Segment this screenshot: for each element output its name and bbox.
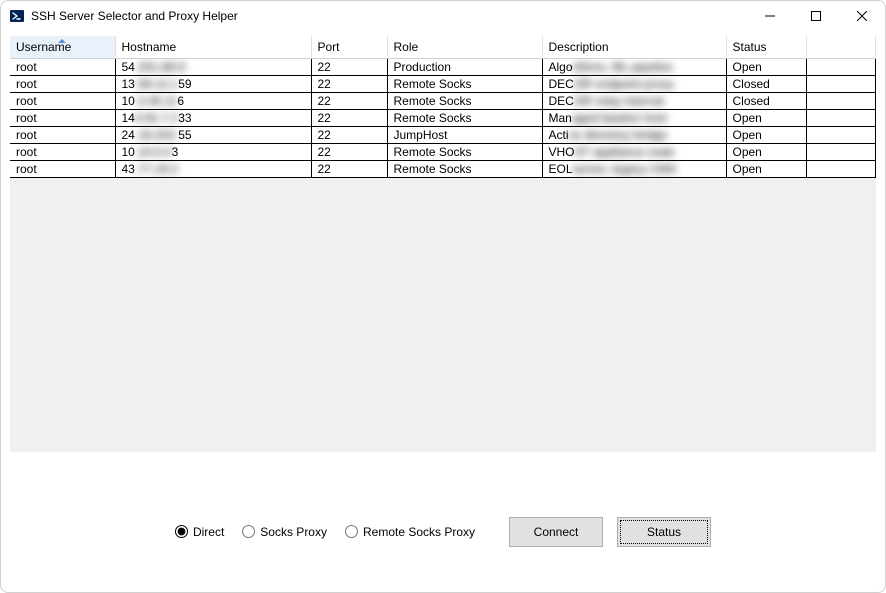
col-header-pad — [806, 36, 876, 58]
radio-direct[interactable]: Direct — [175, 525, 224, 539]
cell-role: Remote Socks — [387, 143, 542, 160]
cell-description: Managed bastion host — [542, 109, 726, 126]
table-row[interactable]: root10.10.0.4322Remote SocksVHOST applia… — [10, 143, 876, 160]
cell-status: Open — [726, 126, 806, 143]
cell-status: Open — [726, 160, 806, 177]
cell-role: Remote Socks — [387, 75, 542, 92]
cell-pad — [806, 126, 876, 143]
cell-pad — [806, 58, 876, 75]
table-row[interactable]: root43.77.19.222Remote SocksEOL server, … — [10, 160, 876, 177]
cell-username: root — [10, 58, 115, 75]
col-header-status[interactable]: Status — [726, 36, 806, 58]
radio-direct-input[interactable] — [175, 525, 188, 538]
cell-description: VHOST appliance node — [542, 143, 726, 160]
cell-hostname: 10.0.45.116 — [115, 92, 311, 109]
cell-role: Remote Socks — [387, 160, 542, 177]
cell-pad — [806, 92, 876, 109]
cell-username: root — [10, 92, 115, 109]
client-area: Username Hostname Port Role Description … — [1, 31, 885, 592]
connect-button[interactable]: Connect — [509, 517, 603, 547]
cell-role: Remote Socks — [387, 109, 542, 126]
proxy-mode-group: Direct Socks Proxy Remote Socks Proxy — [175, 525, 475, 539]
cell-username: root — [10, 109, 115, 126]
cell-status: Open — [726, 143, 806, 160]
cell-hostname: 13.58.12.159 — [115, 75, 311, 92]
table-row[interactable]: root24.18.203.5522JumpHostActive directo… — [10, 126, 876, 143]
cell-hostname: 54.201.88.9 — [115, 58, 311, 75]
cell-hostname: 144.91.7.233 — [115, 109, 311, 126]
cell-status: Open — [726, 58, 806, 75]
cell-port: 22 — [311, 58, 387, 75]
cell-port: 22 — [311, 143, 387, 160]
header-row: Username Hostname Port Role Description … — [10, 36, 876, 58]
radio-socks-input[interactable] — [242, 525, 255, 538]
cell-description: Active directory bridge — [542, 126, 726, 143]
cell-port: 22 — [311, 160, 387, 177]
cell-port: 22 — [311, 75, 387, 92]
cell-username: root — [10, 126, 115, 143]
radio-remote-socks-label: Remote Socks Proxy — [363, 525, 475, 539]
bottom-panel: Direct Socks Proxy Remote Socks Proxy Co… — [9, 453, 877, 582]
radio-socks-label: Socks Proxy — [260, 525, 327, 539]
cell-hostname: 10.10.0.43 — [115, 143, 311, 160]
window-title: SSH Server Selector and Proxy Helper — [31, 9, 238, 23]
cell-role: JumpHost — [387, 126, 542, 143]
titlebar: SSH Server Selector and Proxy Helper — [1, 1, 885, 31]
cell-port: 22 — [311, 126, 387, 143]
server-grid[interactable]: Username Hostname Port Role Description … — [9, 35, 877, 453]
cell-username: root — [10, 143, 115, 160]
cell-username: root — [10, 160, 115, 177]
radio-remote-socks[interactable]: Remote Socks Proxy — [345, 525, 475, 539]
cell-description: Algorithms, ML pipeline — [542, 58, 726, 75]
radio-direct-label: Direct — [193, 525, 224, 539]
col-header-role[interactable]: Role — [387, 36, 542, 58]
table-row[interactable]: root13.58.12.15922Remote SocksDECOR endp… — [10, 75, 876, 92]
minimize-button[interactable] — [747, 1, 793, 31]
maximize-button[interactable] — [793, 1, 839, 31]
col-header-hostname[interactable]: Hostname — [115, 36, 311, 58]
app-window: SSH Server Selector and Proxy Helper Use… — [0, 0, 886, 593]
cell-hostname: 24.18.203.55 — [115, 126, 311, 143]
cell-pad — [806, 109, 876, 126]
table-row[interactable]: root144.91.7.23322Remote SocksManaged ba… — [10, 109, 876, 126]
cell-username: root — [10, 75, 115, 92]
cell-description: EOL server, legacy CMS — [542, 160, 726, 177]
cell-status: Closed — [726, 75, 806, 92]
cell-description: DECOR relay internal — [542, 92, 726, 109]
cell-status: Open — [726, 109, 806, 126]
cell-status: Closed — [726, 92, 806, 109]
radio-remote-socks-input[interactable] — [345, 525, 358, 538]
radio-socks[interactable]: Socks Proxy — [242, 525, 327, 539]
cell-pad — [806, 143, 876, 160]
table-row[interactable]: root54.201.88.922ProductionAlgorithms, M… — [10, 58, 876, 75]
table-row[interactable]: root10.0.45.11622Remote SocksDECOR relay… — [10, 92, 876, 109]
col-header-username[interactable]: Username — [10, 36, 115, 58]
col-header-port[interactable]: Port — [311, 36, 387, 58]
status-button[interactable]: Status — [617, 517, 711, 547]
cell-port: 22 — [311, 109, 387, 126]
col-header-description[interactable]: Description — [542, 36, 726, 58]
cell-role: Remote Socks — [387, 92, 542, 109]
cell-port: 22 — [311, 92, 387, 109]
cell-pad — [806, 75, 876, 92]
powershell-icon — [9, 8, 25, 24]
cell-hostname: 43.77.19.2 — [115, 160, 311, 177]
cell-pad — [806, 160, 876, 177]
close-button[interactable] — [839, 1, 885, 31]
cell-role: Production — [387, 58, 542, 75]
cell-description: DECOR endpoint proxy — [542, 75, 726, 92]
